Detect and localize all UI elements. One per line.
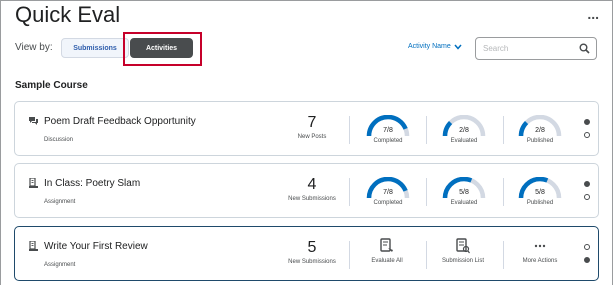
activity-type: Discussion bbox=[44, 137, 74, 143]
activity-title[interactable]: Poem Draft Feedback Opportunity bbox=[44, 116, 196, 127]
activity-type: Assignment bbox=[44, 262, 76, 268]
more-options-button[interactable]: ... bbox=[587, 6, 599, 22]
sort-dropdown[interactable]: Activity Name bbox=[408, 43, 462, 50]
sort-label: Activity Name bbox=[408, 43, 451, 50]
chevron-down-icon bbox=[454, 44, 462, 50]
more-actions-button[interactable]: More Actions bbox=[505, 238, 575, 264]
more-actions-icon bbox=[534, 244, 546, 248]
gauge-value: 2/8 bbox=[459, 127, 469, 134]
new-count-value: 7 bbox=[307, 114, 317, 131]
gauge-label: Published bbox=[526, 200, 554, 206]
evaluate-all-icon bbox=[380, 238, 393, 252]
gauge-value: 2/8 bbox=[535, 127, 545, 134]
action-label: Submission List bbox=[441, 258, 485, 264]
gauge-label: Published bbox=[526, 138, 554, 144]
assignment-icon bbox=[29, 178, 38, 188]
view-by-label: View by: bbox=[15, 42, 53, 53]
gauge-value: 5/8 bbox=[459, 189, 469, 196]
gauge-label: Evaluated bbox=[450, 138, 478, 144]
pager-dot-1[interactable] bbox=[584, 244, 590, 250]
divider bbox=[349, 178, 350, 206]
course-heading: Sample Course bbox=[15, 80, 88, 91]
activity-title[interactable]: In Class: Poetry Slam bbox=[44, 178, 140, 189]
pager-dot-1[interactable] bbox=[584, 119, 590, 125]
card-pager bbox=[584, 119, 592, 145]
published-gauge[interactable]: 5/8 Published bbox=[515, 177, 565, 206]
gauge-label: Evaluated bbox=[450, 200, 478, 206]
submission-list-icon bbox=[456, 238, 470, 254]
divider bbox=[426, 116, 427, 144]
card-pager bbox=[584, 181, 592, 207]
evaluated-gauge[interactable]: 5/8 Evaluated bbox=[439, 177, 489, 206]
search-input[interactable] bbox=[483, 44, 578, 53]
divider bbox=[349, 116, 350, 144]
action-label: Evaluate All bbox=[371, 258, 403, 264]
pager-dot-2[interactable] bbox=[584, 257, 590, 263]
search-box bbox=[475, 37, 597, 60]
view-submissions-button[interactable]: Submissions bbox=[61, 38, 129, 58]
new-count-value: 5 bbox=[307, 239, 317, 256]
submission-list-button[interactable]: Submission List bbox=[428, 238, 498, 264]
new-count-label: New Submissions bbox=[288, 196, 336, 202]
card-pager bbox=[584, 244, 592, 270]
gauge-value: 7/8 bbox=[383, 127, 393, 134]
divider bbox=[426, 178, 427, 206]
divider bbox=[426, 241, 427, 269]
pager-dot-1[interactable] bbox=[584, 181, 590, 187]
search-icon[interactable] bbox=[579, 43, 590, 54]
new-count: 4 New Submissions bbox=[272, 176, 352, 203]
published-gauge[interactable]: 2/8 Published bbox=[515, 115, 565, 144]
activity-card[interactable]: Write Your First Review Assignment 5 New… bbox=[14, 226, 599, 281]
highlight-box bbox=[123, 32, 202, 66]
completed-gauge[interactable]: 7/8 Completed bbox=[363, 115, 413, 144]
activity-type: Assignment bbox=[44, 199, 76, 205]
pager-dot-2[interactable] bbox=[584, 132, 590, 138]
action-label: More Actions bbox=[522, 258, 558, 264]
gauge-label: Completed bbox=[373, 138, 403, 144]
new-count-label: New Submissions bbox=[288, 259, 336, 265]
divider bbox=[503, 241, 504, 269]
evaluated-gauge[interactable]: 2/8 Evaluated bbox=[439, 115, 489, 144]
evaluate-all-button[interactable]: Evaluate All bbox=[352, 238, 422, 264]
divider bbox=[349, 241, 350, 269]
divider bbox=[503, 116, 504, 144]
new-count: 5 New Submissions bbox=[272, 239, 352, 266]
gauge-value: 5/8 bbox=[535, 189, 545, 196]
discussion-icon bbox=[29, 117, 38, 125]
pager-dot-2[interactable] bbox=[584, 194, 590, 200]
gauge-value: 7/8 bbox=[383, 189, 393, 196]
new-count-label: New Posts bbox=[297, 134, 327, 140]
activity-card[interactable]: Poem Draft Feedback Opportunity Discussi… bbox=[14, 101, 599, 156]
page-title: Quick Eval bbox=[15, 2, 121, 27]
divider bbox=[503, 178, 504, 206]
activity-card[interactable]: In Class: Poetry Slam Assignment 4 New S… bbox=[14, 163, 599, 218]
new-count: 7 New Posts bbox=[272, 114, 352, 141]
gauge-label: Completed bbox=[373, 200, 403, 206]
assignment-icon bbox=[29, 241, 38, 251]
completed-gauge[interactable]: 7/8 Completed bbox=[363, 177, 413, 206]
activity-title[interactable]: Write Your First Review bbox=[44, 241, 148, 252]
new-count-value: 4 bbox=[307, 176, 317, 193]
